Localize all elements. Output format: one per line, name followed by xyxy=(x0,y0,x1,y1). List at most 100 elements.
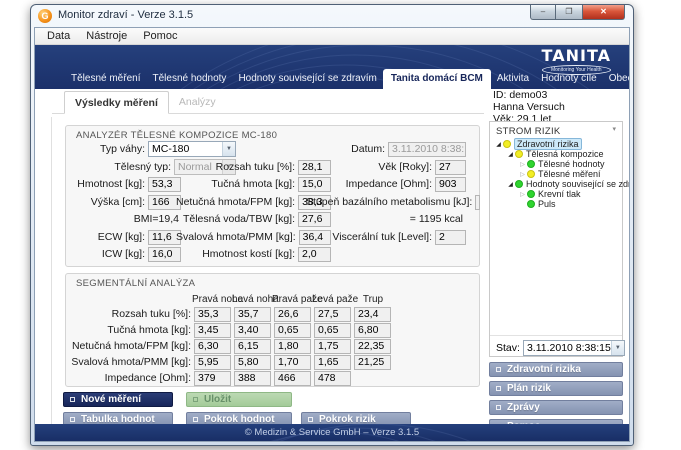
segment-value: 1,70 xyxy=(274,355,311,370)
reports-button-label: Zprávy xyxy=(507,402,540,413)
ffm-label: Netučná hmota/FPM [kg]: xyxy=(176,196,298,208)
title-bar[interactable]: G Monitor zdraví - Verze 3.1.5 – ❐ ✕ xyxy=(31,5,633,27)
tab-obecne[interactable]: Obecné xyxy=(603,69,629,89)
health-risks-button[interactable]: Zdravotní rizika xyxy=(489,362,623,377)
scale-type-value: MC-180 xyxy=(149,143,222,155)
field-visceral: Viscerální tuk [Level]: 2 xyxy=(306,229,466,245)
vertical-splitter xyxy=(51,117,52,425)
subtab-bar: Výsledky měření Analýzy xyxy=(52,91,484,114)
segment-value: 379 xyxy=(194,371,231,386)
subtab-analyzy[interactable]: Analýzy xyxy=(169,91,226,113)
tree-expanded-icon[interactable]: ◢ xyxy=(494,141,503,148)
tree-collapsed-icon[interactable]: ▷ xyxy=(518,161,527,168)
reports-button[interactable]: Zprávy xyxy=(489,400,623,415)
height-label: Výška [cm]: xyxy=(68,196,148,208)
status-ok-icon xyxy=(515,180,523,188)
segment-column-prava-noha: Pravá noha xyxy=(192,294,234,305)
window-frame: Data Nástroje Pomoc TANITA Monitoring Yo… xyxy=(34,27,630,442)
main-tab-bar: Tělesné měření Tělesné hodnoty Hodnoty s… xyxy=(65,69,629,89)
segment-value: 1,80 xyxy=(274,339,311,354)
bone-value: 2,0 xyxy=(298,247,331,262)
button-bullet-icon xyxy=(496,367,501,372)
segment-value: 23,4 xyxy=(354,307,391,322)
segment-value: 6,80 xyxy=(354,323,391,338)
tree-node-label[interactable]: Puls xyxy=(538,199,556,209)
save-button[interactable]: Uložit xyxy=(186,392,292,407)
segment-value: 1,75 xyxy=(314,339,351,354)
menu-nastroje[interactable]: Nástroje xyxy=(78,28,135,44)
tree-node-label[interactable]: Tělesná kompozice xyxy=(526,149,604,159)
body-type-label: Tělesný typ: xyxy=(68,161,174,173)
ecw-label: ECW [kg]: xyxy=(68,231,148,243)
tab-telesne-mereni[interactable]: Tělesné měření xyxy=(65,69,146,89)
patient-info: ID: demo03 Hanna Versuch Věk: 29,1 let xyxy=(493,89,565,125)
tab-aktivita[interactable]: Aktivita xyxy=(491,69,535,89)
segmental-panel: SEGMENTÁLNÍ ANALÝZA Pravá noha Levá noha… xyxy=(65,273,480,387)
new-measurement-button[interactable]: Nové měření xyxy=(63,392,173,407)
tree-node-label[interactable]: Krevní tlak xyxy=(538,189,581,199)
status-ok-icon xyxy=(527,200,535,208)
field-ecw: ECW [kg]: 11,6 xyxy=(68,229,181,245)
tree-node-hodnoty-souvisejici[interactable]: ◢ Hodnoty související se zdravím xyxy=(494,179,630,189)
tree-node-telesne-mereni[interactable]: ▷ Tělesné měření xyxy=(494,169,601,179)
tree-node-zdravotni-rizika[interactable]: ◢ Zdravotní rizika xyxy=(494,139,582,149)
pmm-label: Svalová hmota/PMM [kg]: xyxy=(176,231,299,243)
segment-value: 26,6 xyxy=(274,307,311,322)
tree-node-label[interactable]: Hodnoty související se zdravím xyxy=(526,179,630,189)
tree-node-label[interactable]: Tělesné hodnoty xyxy=(538,159,605,169)
tab-hodnoty-cile[interactable]: Hodnoty cíle xyxy=(535,69,603,89)
close-button[interactable]: ✕ xyxy=(583,5,625,20)
fat-range-label: Rozsah tuku [%]: xyxy=(176,161,298,173)
window-title: Monitor zdraví - Verze 3.1.5 xyxy=(58,9,193,21)
dropdown-arrow-icon[interactable]: ▼ xyxy=(611,341,624,355)
date-value: 3.11.2010 8:38:15 xyxy=(388,142,466,157)
tree-collapsed-icon[interactable]: ▷ xyxy=(518,191,527,198)
field-scale-type: Typ váhy: MC-180 ▼ xyxy=(68,141,236,157)
subtab-vysledky-mereni[interactable]: Výsledky měření xyxy=(64,91,169,114)
tree-node-label[interactable]: Tělesné měření xyxy=(538,169,601,179)
tab-telesne-hodnoty[interactable]: Tělesné hodnoty xyxy=(146,69,232,89)
tab-hodnoty-souvisejici[interactable]: Hodnoty související se zdravím xyxy=(232,69,382,89)
risk-plan-button[interactable]: Plán rizik xyxy=(489,381,623,396)
segment-row-label: Impedance [Ohm]: xyxy=(66,372,191,384)
content-area: Výsledky měření Analýzy ID: demo03 Hanna… xyxy=(35,89,629,424)
segment-row-label: Netučná hmota/FPM [kg]: xyxy=(66,340,191,352)
field-date: Datum: 3.11.2010 8:38:15 xyxy=(306,141,466,157)
visceral-label: Viscerální tuk [Level]: xyxy=(306,231,435,243)
menu-data[interactable]: Data xyxy=(39,28,78,44)
field-bmi: BMI=19,4 xyxy=(68,211,181,227)
stav-dropdown[interactable]: 3.11.2010 8:38:15 ▼ xyxy=(523,340,625,356)
field-bmr-kcal: = 1195 kcal xyxy=(306,211,466,227)
bmr-kcal-value: = 1195 kcal xyxy=(306,213,463,225)
tree-collapsed-icon[interactable]: ▷ xyxy=(518,171,527,178)
tree-expanded-icon[interactable]: ◢ xyxy=(506,151,515,158)
minimize-button[interactable]: – xyxy=(530,5,556,20)
tree-expanded-icon[interactable]: ◢ xyxy=(506,181,515,188)
segment-value: 5,95 xyxy=(194,355,231,370)
menu-pomoc[interactable]: Pomoc xyxy=(135,28,185,44)
field-age: Věk [Roky]: 27 xyxy=(306,159,466,175)
tree-node-krevni-tlak[interactable]: ▷ Krevní tlak xyxy=(494,189,581,199)
tab-tanita-domaci-bcm[interactable]: Tanita domácí BCM xyxy=(383,69,491,89)
impedance-label: Impedance [Ohm]: xyxy=(306,178,435,190)
age-label: Věk [Roky]: xyxy=(306,161,435,173)
button-bullet-icon xyxy=(496,386,501,391)
tree-node-telesna-kompozice[interactable]: ◢ Tělesná kompozice xyxy=(494,149,604,159)
bmi-value: BMI=19,4 xyxy=(68,213,179,225)
field-icw: ICW [kg]: 16,0 xyxy=(68,246,181,262)
fat-mass-label: Tučná hmota [kg]: xyxy=(176,178,298,190)
tree-node-puls[interactable]: Puls xyxy=(494,199,556,209)
save-button-label: Uložit xyxy=(204,394,231,405)
panel-collapse-icon[interactable]: ▾ xyxy=(612,125,616,133)
maximize-icon: ❐ xyxy=(565,7,572,16)
segment-value: 27,5 xyxy=(314,307,351,322)
status-warning-icon xyxy=(503,140,511,148)
tree-node-telesne-hodnoty[interactable]: ▷ Tělesné hodnoty xyxy=(494,159,605,169)
maximize-button[interactable]: ❐ xyxy=(556,5,583,20)
date-label: Datum: xyxy=(306,143,388,155)
segment-value: 478 xyxy=(314,371,351,386)
dropdown-arrow-icon[interactable]: ▼ xyxy=(222,142,235,156)
impedance-value: 903 xyxy=(435,177,466,192)
segment-value: 1,65 xyxy=(314,355,351,370)
scale-type-dropdown[interactable]: MC-180 ▼ xyxy=(148,141,236,157)
